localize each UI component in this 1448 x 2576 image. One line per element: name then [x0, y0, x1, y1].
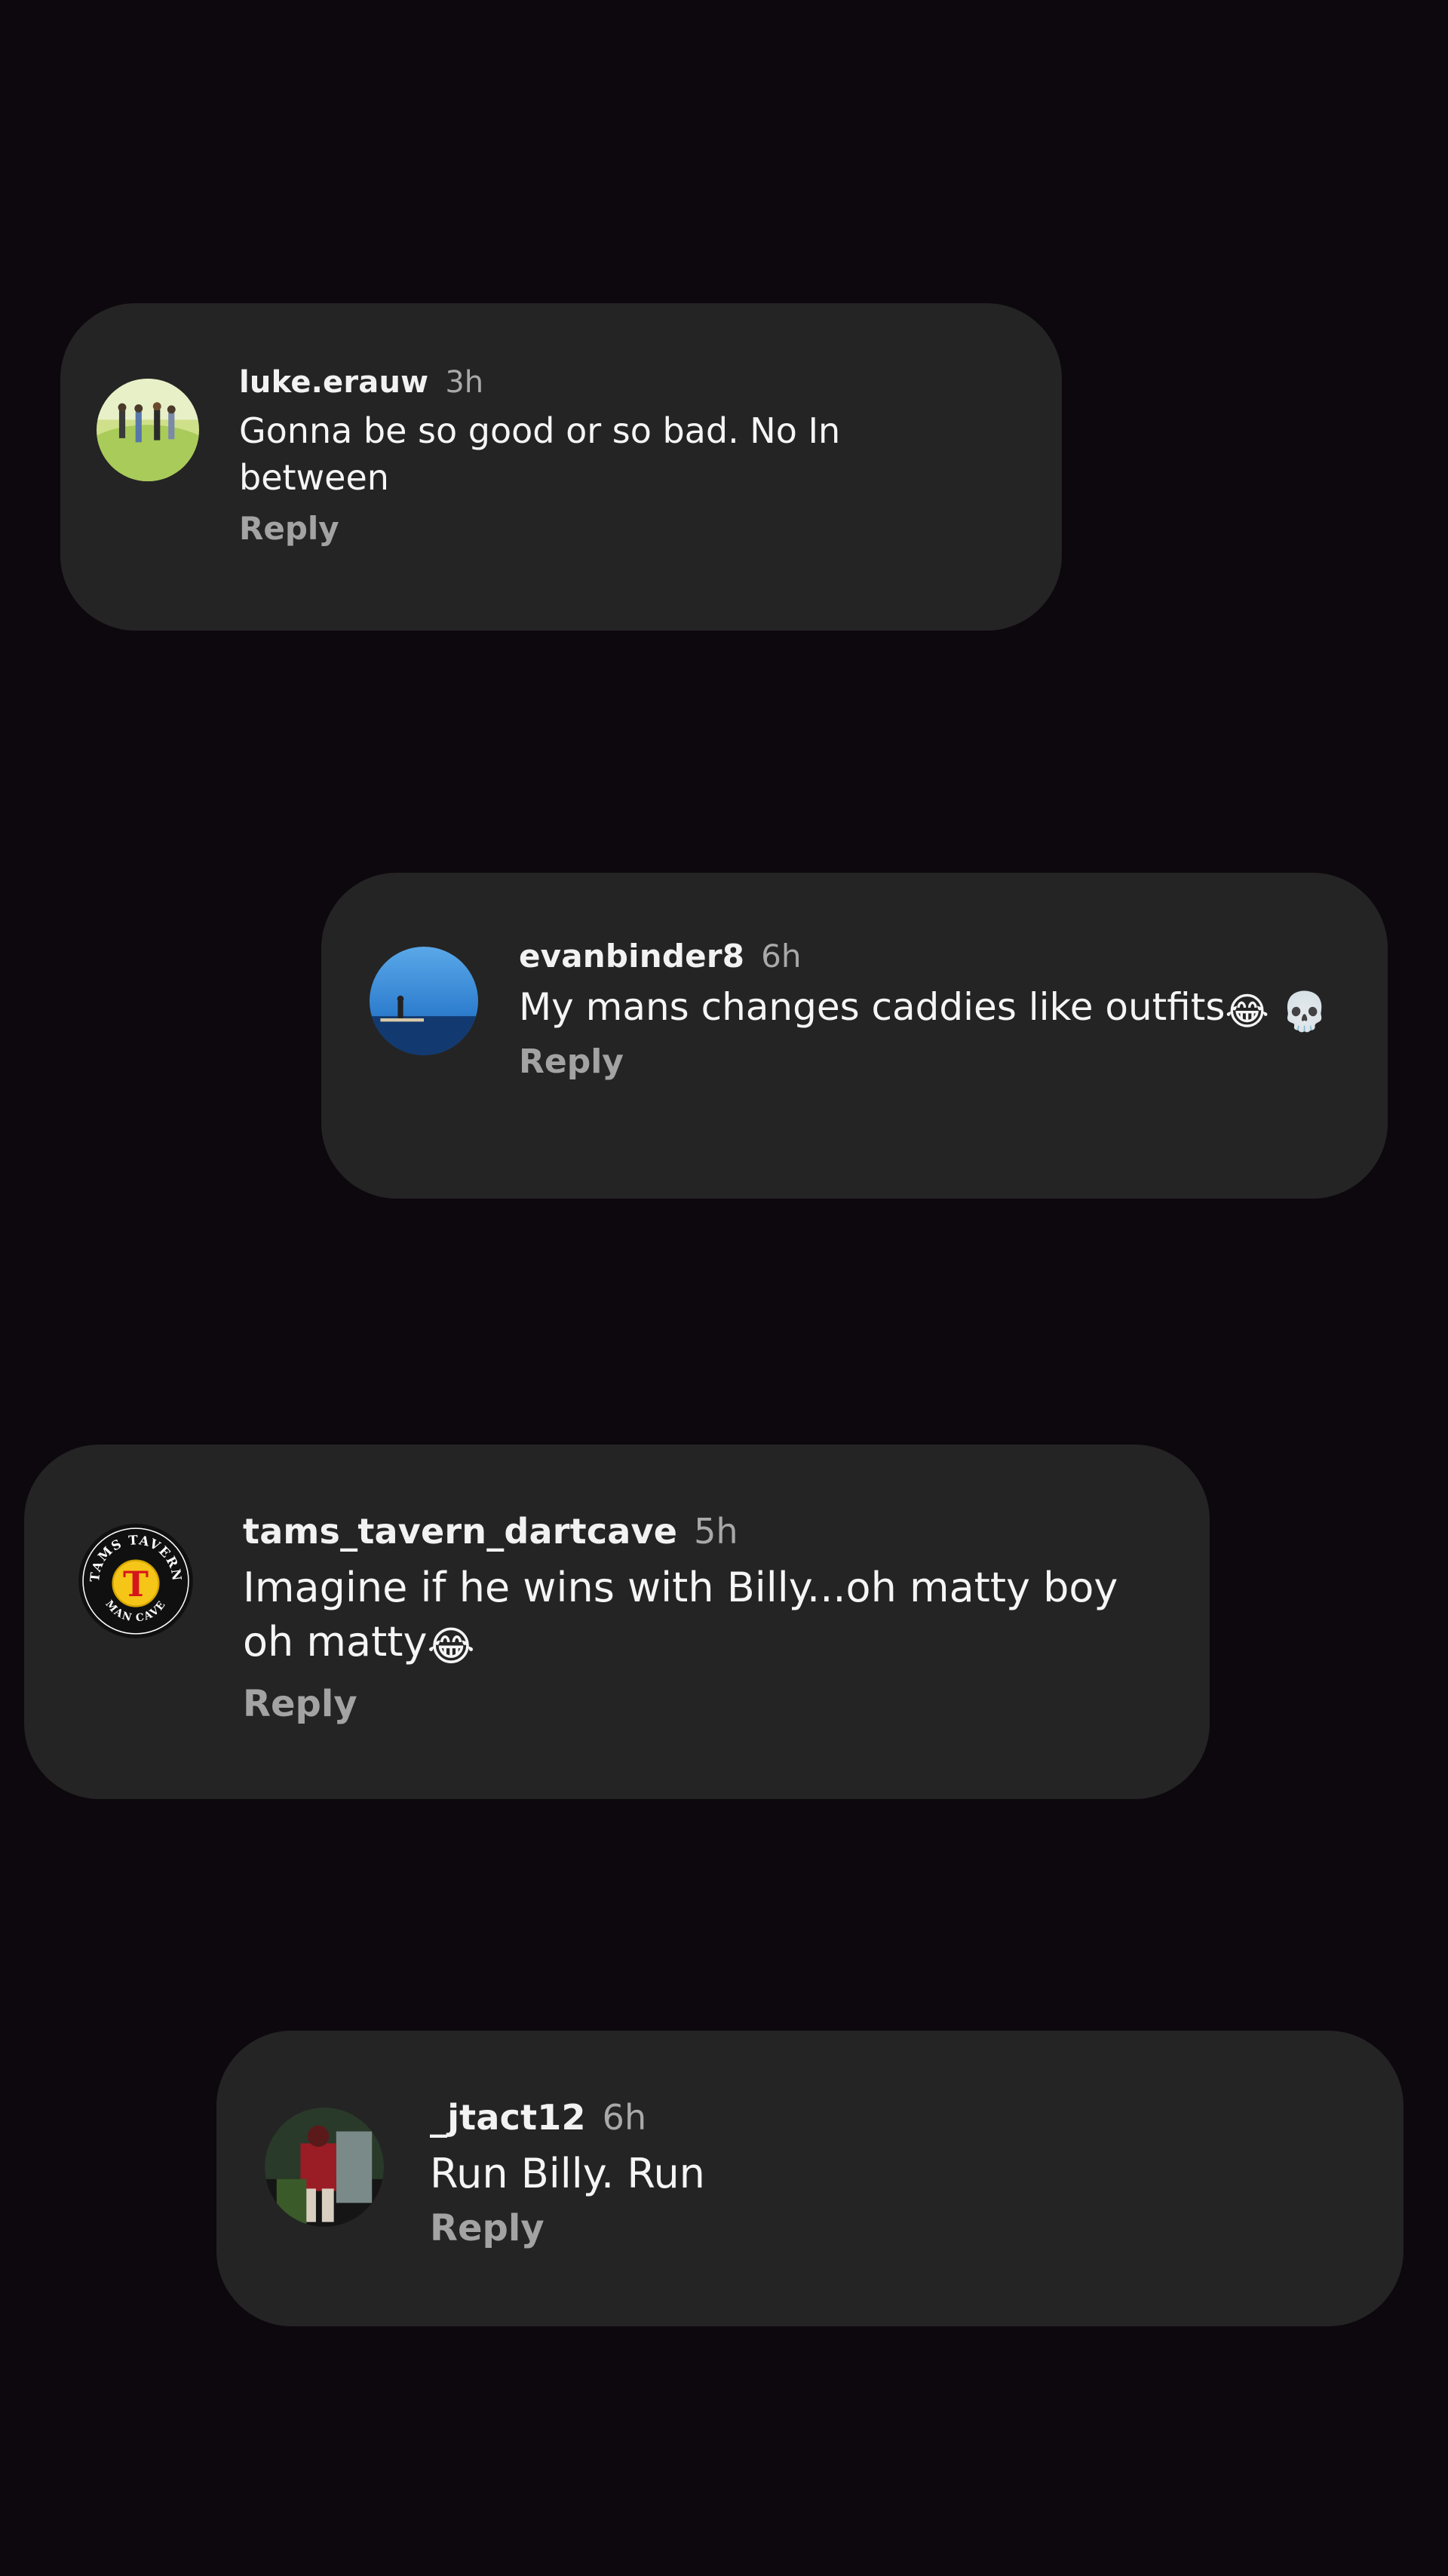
- avatar[interactable]: [97, 379, 199, 481]
- timestamp: 5h: [694, 1511, 738, 1552]
- comment-bubble: TAMS TAVERN MAN CAVE T tams_tavern_dartc…: [24, 1445, 1210, 1799]
- logo-center-letter: T: [123, 1564, 149, 1604]
- comment-bubble: _jtact12 6h Run Billy. Run Reply: [216, 2031, 1404, 2326]
- golf-course-photo-avatar-icon: [97, 379, 199, 481]
- comment-text-content: Run Billy. Run: [430, 2150, 705, 2197]
- comment-text-content: Gonna be so good or so bad. No In betwee…: [239, 410, 841, 498]
- avatar[interactable]: TAMS TAVERN MAN CAVE T: [78, 1524, 193, 1638]
- avatar[interactable]: [370, 947, 478, 1055]
- comment-text-content: Imagine if he wins with Billy...oh matty…: [243, 1564, 1118, 1666]
- timestamp: 3h: [445, 365, 484, 400]
- reply-button[interactable]: Reply: [519, 1042, 624, 1081]
- comment-text: Run Billy. Run: [430, 2147, 1365, 2201]
- comment-text-content: My mans changes caddies like outfits: [519, 985, 1226, 1029]
- username[interactable]: evanbinder8: [519, 938, 744, 975]
- tams-tavern-logo-avatar-icon: TAMS TAVERN MAN CAVE T: [78, 1524, 193, 1638]
- person-photo-avatar-icon: [265, 2108, 384, 2227]
- comment-text: My mans changes caddies like outfits😂 💀: [519, 982, 1356, 1036]
- timestamp: 6h: [602, 2097, 647, 2138]
- ocean-sky-photo-avatar-icon: [370, 947, 478, 1055]
- reply-button[interactable]: Reply: [243, 1683, 357, 1725]
- reply-button[interactable]: Reply: [430, 2207, 545, 2249]
- timestamp: 6h: [761, 938, 802, 975]
- comment-bubble: evanbinder8 6h My mans changes caddies l…: [321, 873, 1388, 1199]
- username[interactable]: luke.erauw: [239, 365, 428, 400]
- username[interactable]: tams_tavern_dartcave: [243, 1511, 677, 1552]
- comment-text: Imagine if he wins with Billy...oh matty…: [243, 1561, 1178, 1674]
- comment-bubble: luke.erauw 3h Gonna be so good or so bad…: [60, 303, 1062, 631]
- reply-button[interactable]: Reply: [239, 510, 339, 547]
- avatar[interactable]: [265, 2108, 384, 2227]
- username[interactable]: _jtact12: [430, 2097, 586, 2138]
- comment-text: Gonna be so good or so bad. No In betwee…: [239, 407, 993, 501]
- emoji-suffix: 😂: [427, 1623, 475, 1670]
- emoji-suffix: 😂 💀: [1225, 990, 1328, 1033]
